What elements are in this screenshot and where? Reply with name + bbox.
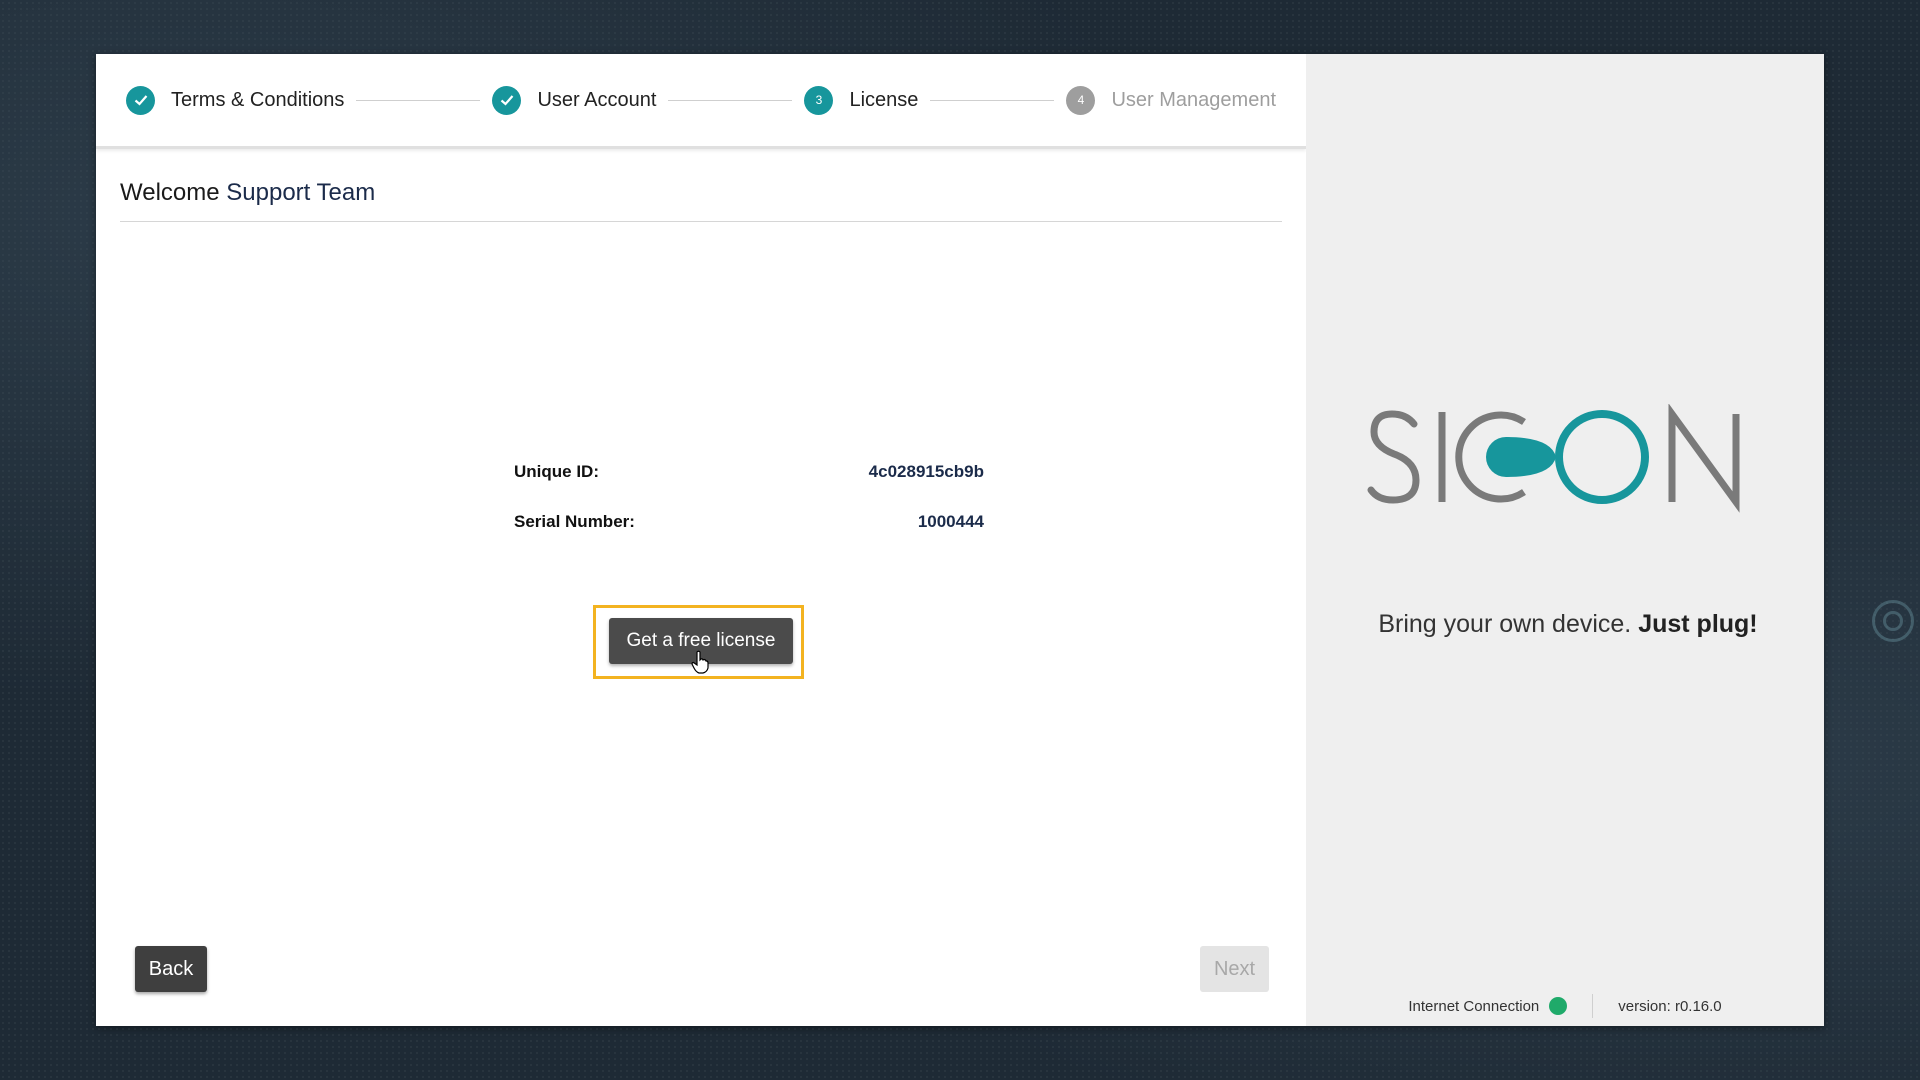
status-divider — [1592, 994, 1594, 1018]
tagline-bold: Just plug! — [1638, 610, 1758, 638]
wizard-panel: Terms & Conditions User Account 3 Licens… — [96, 54, 1306, 1026]
page-title: Welcome Support Team — [120, 149, 1282, 222]
status-bar: Internet Connection version: r0.16.0 — [1306, 986, 1824, 1026]
step-connector — [930, 99, 1055, 101]
step-terms[interactable]: Terms & Conditions — [126, 85, 345, 115]
back-button[interactable]: Back — [135, 946, 207, 992]
step-number: 3 — [804, 85, 834, 115]
sicon-logo — [1367, 404, 1740, 513]
step-label: User Management — [1111, 88, 1277, 111]
internet-connection-label: Internet Connection — [1408, 997, 1540, 1015]
serial-number-label: Serial Number: — [514, 512, 635, 531]
license-info: Unique ID: 4c028915cb9b Serial Number: 1… — [514, 462, 984, 562]
serial-number-value: 1000444 — [917, 512, 984, 531]
step-user-management[interactable]: 4 User Management — [1066, 85, 1277, 115]
step-number: 4 — [1066, 85, 1096, 115]
check-icon — [492, 85, 522, 115]
tagline-text: Bring your own device. — [1378, 610, 1639, 638]
version-label: version: r0.16.0 — [1618, 997, 1722, 1015]
connection-status-icon — [1549, 997, 1568, 1015]
welcome-prefix: Welcome — [120, 179, 227, 206]
step-connector — [668, 99, 793, 101]
user-name: Support Team — [226, 179, 376, 206]
unique-id-value: 4c028915cb9b — [868, 462, 984, 481]
step-label: License — [849, 88, 919, 111]
info-row-serial: Serial Number: 1000444 — [514, 512, 984, 562]
unique-id-label: Unique ID: — [514, 462, 599, 481]
check-icon — [126, 85, 155, 115]
info-row-unique-id: Unique ID: 4c028915cb9b — [514, 462, 984, 512]
step-user-account[interactable]: User Account — [492, 85, 657, 115]
step-label: User Account — [537, 88, 657, 111]
stepper: Terms & Conditions User Account 3 Licens… — [96, 54, 1306, 149]
next-button[interactable]: Next — [1200, 946, 1269, 992]
background-decoration — [1872, 600, 1914, 642]
hand-cursor-icon — [691, 650, 709, 674]
tagline: Bring your own device. Just plug! — [1306, 610, 1824, 639]
branding-panel: Bring your own device. Just plug! Intern… — [1306, 54, 1824, 1026]
step-label: Terms & Conditions — [171, 88, 345, 111]
setup-wizard-window: Terms & Conditions User Account 3 Licens… — [96, 54, 1824, 1026]
step-license[interactable]: 3 License — [804, 85, 919, 115]
step-connector — [356, 99, 481, 101]
